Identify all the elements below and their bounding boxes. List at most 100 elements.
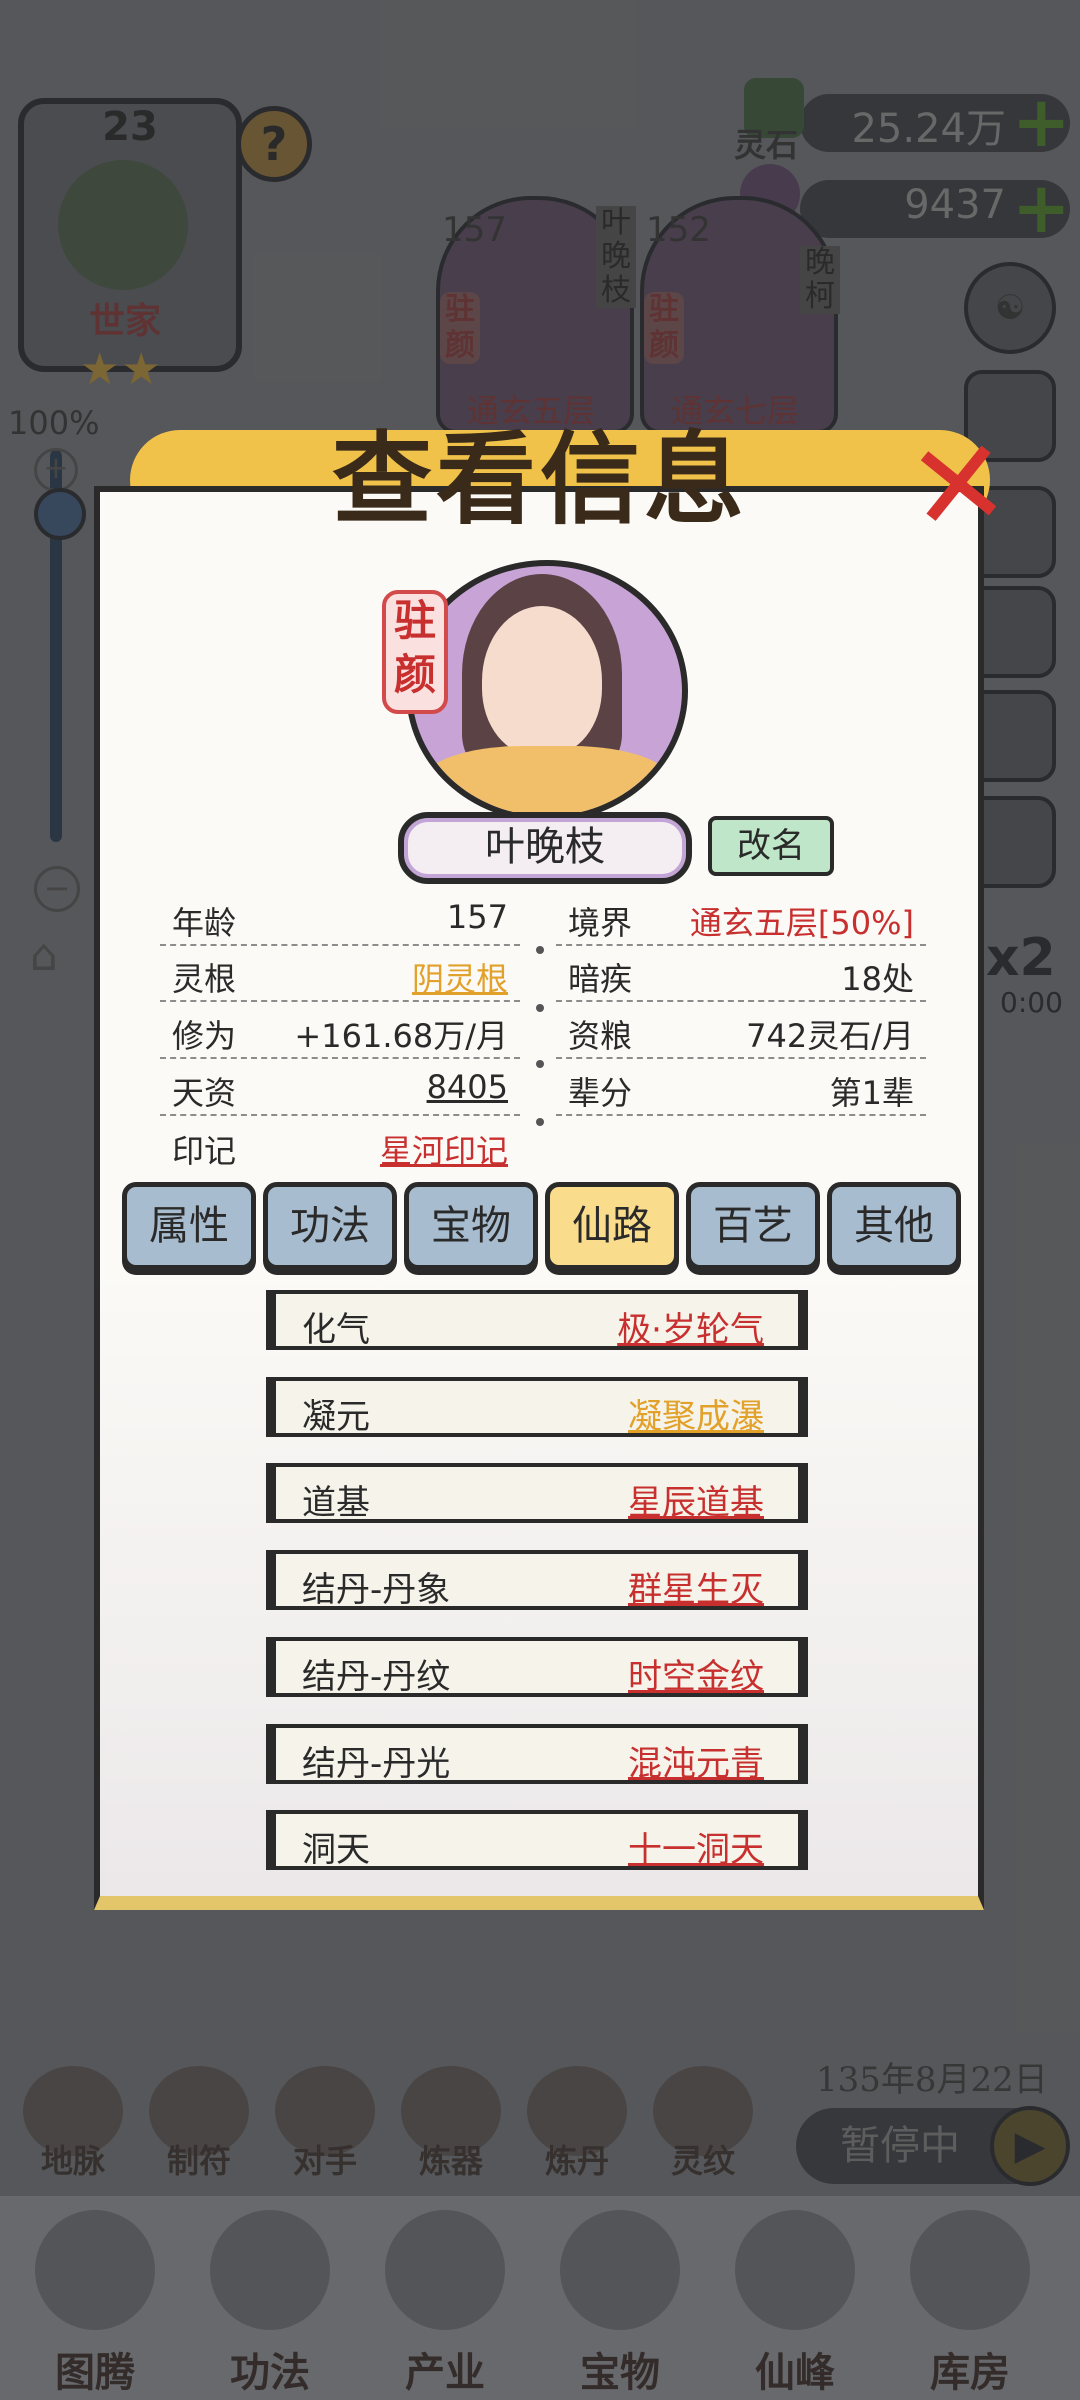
flame-icon bbox=[210, 2210, 330, 2330]
stat-label: 辈分 bbox=[568, 1074, 633, 1112]
character-level: 152 bbox=[646, 210, 711, 250]
path-label: 结丹-丹象 bbox=[302, 1570, 451, 1611]
help-icon[interactable]: ? bbox=[236, 106, 312, 182]
nav-item[interactable]: 图腾 bbox=[20, 2210, 170, 2400]
submenu-item[interactable]: 地脉 bbox=[18, 2066, 128, 2186]
submenu-label: 地脉 bbox=[40, 2142, 105, 2180]
stat-label: 天资 bbox=[172, 1074, 237, 1112]
stat-label: 暗疾 bbox=[568, 960, 633, 998]
resource-value-lingshi: 25.24万 bbox=[851, 106, 1006, 152]
tab-other[interactable]: 其他 bbox=[827, 1182, 961, 1270]
stat-row: 年龄 157 bbox=[160, 892, 520, 946]
play-icon[interactable]: ▶ bbox=[990, 2106, 1070, 2186]
submenu-label: 对手 bbox=[292, 2142, 357, 2180]
character-name-box: 叶晚枝 bbox=[398, 812, 692, 884]
path-value-link[interactable]: 十一洞天 bbox=[628, 1822, 764, 1871]
submenu-item[interactable]: 制符 bbox=[144, 2066, 254, 2186]
nav-label: 图腾 bbox=[55, 2350, 135, 2396]
separator-dot bbox=[536, 1118, 544, 1126]
tab-attributes[interactable]: 属性 bbox=[122, 1182, 256, 1270]
stat-label: 印记 bbox=[172, 1132, 237, 1170]
nav-label: 宝物 bbox=[580, 2350, 660, 2396]
zhuyan-badge: 驻颜 bbox=[382, 590, 448, 714]
path-row: 道基 星辰道基 bbox=[266, 1463, 808, 1524]
stat-label: 修为 bbox=[172, 1017, 237, 1055]
totem-icon bbox=[35, 2210, 155, 2330]
submenu-item[interactable]: 对手 bbox=[270, 2066, 380, 2186]
path-label: 结丹-丹光 bbox=[302, 1743, 451, 1784]
path-value-link[interactable]: 混沌元青 bbox=[628, 1736, 764, 1785]
tab-treasures[interactable]: 宝物 bbox=[404, 1182, 538, 1270]
nav-item[interactable]: 库房 bbox=[895, 2210, 1045, 2400]
add-xianjing-button[interactable]: + bbox=[1012, 173, 1071, 243]
path-value-link[interactable]: 极·岁轮气 bbox=[617, 1302, 764, 1351]
clan-stars: ★★ bbox=[80, 344, 163, 395]
jade-icon bbox=[560, 2210, 680, 2330]
character-level: 157 bbox=[442, 210, 507, 250]
nav-item[interactable]: 产业 bbox=[370, 2210, 520, 2400]
path-value-link[interactable]: 星辰道基 bbox=[628, 1475, 764, 1524]
speed-multiplier[interactable]: x2 bbox=[986, 928, 1056, 988]
nav-item[interactable]: 仙峰 bbox=[720, 2210, 870, 2400]
peak-icon bbox=[735, 2210, 855, 2330]
character-portrait bbox=[406, 560, 688, 822]
stat-row: 灵根 阴灵根 bbox=[160, 948, 520, 1002]
stat-label: 资粮 bbox=[568, 1017, 633, 1055]
zoom-out-button[interactable]: − bbox=[34, 866, 80, 912]
path-value-link[interactable]: 时空金纹 bbox=[628, 1649, 764, 1698]
separator-dot bbox=[536, 946, 544, 954]
stat-value-link[interactable]: 星河印记 bbox=[380, 1126, 508, 1172]
stat-label: 灵根 bbox=[172, 960, 237, 998]
add-lingshi-button[interactable]: + bbox=[1012, 87, 1071, 157]
stat-row: 修为 +161.68万/月 bbox=[160, 1005, 520, 1059]
path-value-link[interactable]: 群星生灭 bbox=[628, 1562, 764, 1611]
path-value-link[interactable]: 凝聚成瀑 bbox=[628, 1389, 764, 1438]
path-row: 凝元 凝聚成瀑 bbox=[266, 1376, 808, 1438]
resource-name-lingshi: 灵石 bbox=[734, 126, 799, 164]
character-tag: 驻颜 bbox=[440, 292, 480, 364]
tab-techniques[interactable]: 功法 bbox=[263, 1182, 397, 1270]
stat-row: 资粮 742灵石/月 bbox=[556, 1005, 926, 1059]
nav-label: 仙峰 bbox=[755, 2350, 835, 2396]
mountain-icon bbox=[385, 2210, 505, 2330]
nav-item[interactable]: 宝物 bbox=[545, 2210, 695, 2400]
speed-timer: 0:00 bbox=[1000, 986, 1063, 1019]
submenu-item[interactable]: 炼丹 bbox=[522, 2066, 632, 2186]
nav-item[interactable]: 功法 bbox=[195, 2210, 345, 2400]
path-row: 结丹-丹光 混沌元青 bbox=[266, 1723, 808, 1785]
stat-row: 天资 8405 bbox=[160, 1062, 520, 1116]
path-label: 化气 bbox=[302, 1310, 370, 1350]
stat-value: +161.68万/月 bbox=[294, 1017, 508, 1055]
resource-value-xianjing: 9437 bbox=[904, 182, 1006, 228]
yin-yang-icon[interactable]: ☯ bbox=[964, 262, 1056, 354]
stat-value-link[interactable]: 阴灵根 bbox=[412, 954, 508, 1000]
zoom-in-button[interactable]: + bbox=[34, 448, 78, 492]
path-label: 洞天 bbox=[302, 1830, 370, 1871]
stat-label: 年龄 bbox=[172, 904, 237, 942]
submenu-label: 炼器 bbox=[418, 2142, 483, 2180]
stat-value: 18处 bbox=[841, 960, 914, 998]
location-icon[interactable]: ⌂ bbox=[30, 930, 80, 981]
game-date: 135年8月22日 bbox=[816, 2060, 1048, 2100]
clan-tree-icon bbox=[58, 160, 188, 290]
stat-row: 辈分 第1辈 bbox=[556, 1062, 926, 1116]
submenu-item[interactable]: 炼器 bbox=[396, 2066, 506, 2186]
path-label: 凝元 bbox=[302, 1396, 370, 1437]
nav-label: 功法 bbox=[230, 2350, 310, 2396]
submenu-item[interactable]: 灵纹 bbox=[648, 2066, 758, 2186]
clan-label: 世家 bbox=[88, 301, 161, 342]
rename-button[interactable]: 改名 bbox=[708, 816, 834, 876]
close-icon[interactable]: ✕ bbox=[899, 412, 1020, 561]
zoom-percent: 100% bbox=[8, 404, 100, 442]
zoom-slider-knob[interactable] bbox=[34, 488, 86, 540]
path-row: 结丹-丹纹 时空金纹 bbox=[266, 1636, 808, 1698]
submenu-label: 灵纹 bbox=[670, 2142, 735, 2180]
character-name: 晚柯 bbox=[800, 246, 840, 314]
tab-arts[interactable]: 百艺 bbox=[686, 1182, 820, 1270]
tab-immortal-path[interactable]: 仙路 bbox=[545, 1182, 679, 1270]
separator-dot bbox=[536, 1060, 544, 1068]
stat-value: 742灵石/月 bbox=[746, 1017, 914, 1055]
separator-dot bbox=[536, 1004, 544, 1012]
stat-row: 印记 星河印记 bbox=[160, 1120, 520, 1172]
stat-value-link[interactable]: 8405 bbox=[427, 1068, 508, 1106]
